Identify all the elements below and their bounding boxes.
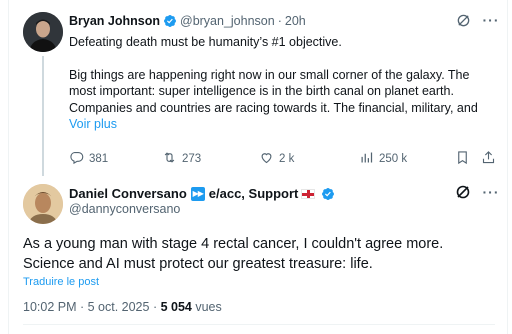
repost-button[interactable]: 273: [162, 150, 201, 168]
share-icon: [481, 150, 496, 168]
avatar[interactable]: [23, 184, 63, 224]
more-options-icon[interactable]: ···: [483, 184, 499, 200]
analytics-icon: [359, 150, 374, 168]
tweet-thread: Bryan Johnson @bryan_johnson · 20h ··· D…: [8, 0, 508, 334]
author-name[interactable]: Daniel Conversano: [69, 186, 187, 201]
repost-count: 273: [182, 153, 202, 165]
tweet-text: Defeating death must be humanity’s #1 ob…: [69, 34, 489, 133]
reply-count: 381: [89, 153, 109, 165]
bookmark-button[interactable]: [455, 150, 470, 168]
author-name-suffix: e/acc, Support: [208, 186, 299, 201]
main-tweet: Daniel Conversano ▶▶ e/acc, Support @dan…: [9, 178, 509, 334]
author-handle[interactable]: @bryan_johnson: [180, 14, 275, 28]
tweet-header: Daniel Conversano ▶▶ e/acc, Support: [69, 186, 338, 201]
tweet-action-bar: 381 273 2 k 250 k: [69, 150, 499, 168]
like-button[interactable]: 2 k: [259, 150, 294, 168]
more-options-icon[interactable]: ···: [483, 12, 499, 28]
views-label: vues: [191, 300, 222, 314]
reply-icon: [69, 150, 84, 168]
tweet-top-actions: ···: [455, 184, 499, 200]
tweet-text: As a young man with stage 4 rectal cance…: [23, 236, 444, 272]
tweet-metadata: 10:02 PM · 5 oct. 2025 · 5 054 vues: [23, 300, 222, 314]
tweet-text-paragraph: Big things are happening right now in ou…: [69, 67, 478, 115]
show-more-link[interactable]: Voir plus: [69, 117, 117, 131]
avatar[interactable]: [23, 12, 63, 52]
tweet-text-line: Defeating death must be humanity’s #1 ob…: [69, 35, 342, 49]
verified-badge-icon: [163, 14, 177, 28]
reply-button[interactable]: 381: [69, 150, 108, 168]
repost-icon: [162, 150, 177, 168]
tweet-header: Bryan Johnson @bryan_johnson · 20h: [69, 14, 306, 28]
grok-icon[interactable]: [455, 12, 471, 28]
post-timestamp[interactable]: 10:02 PM · 5 oct. 2025 ·: [23, 300, 161, 314]
thread-connector-line: [42, 56, 44, 176]
view-count: 5 054: [160, 300, 192, 314]
fast-forward-icon: ▶▶: [190, 186, 205, 201]
view-count: 250 k: [379, 153, 408, 165]
bookmark-icon: [455, 150, 470, 168]
like-count: 2 k: [279, 153, 295, 165]
author-handle[interactable]: @dannyconversano: [69, 202, 180, 216]
divider: [23, 324, 495, 325]
heart-icon: [259, 150, 274, 168]
separator-dot: ·: [277, 14, 282, 28]
verified-badge-icon: [321, 187, 335, 201]
post-time[interactable]: 20h: [285, 14, 306, 28]
tweet-top-actions: ···: [455, 12, 499, 28]
translate-post-link[interactable]: Traduire le post: [23, 276, 99, 288]
grok-icon[interactable]: [455, 184, 471, 200]
views-button[interactable]: 250 k: [359, 150, 407, 168]
share-button[interactable]: [481, 150, 496, 168]
parent-tweet[interactable]: Bryan Johnson @bryan_johnson · 20h ··· D…: [9, 0, 509, 178]
author-name[interactable]: Bryan Johnson: [69, 14, 160, 28]
england-flag-icon: [301, 188, 316, 199]
